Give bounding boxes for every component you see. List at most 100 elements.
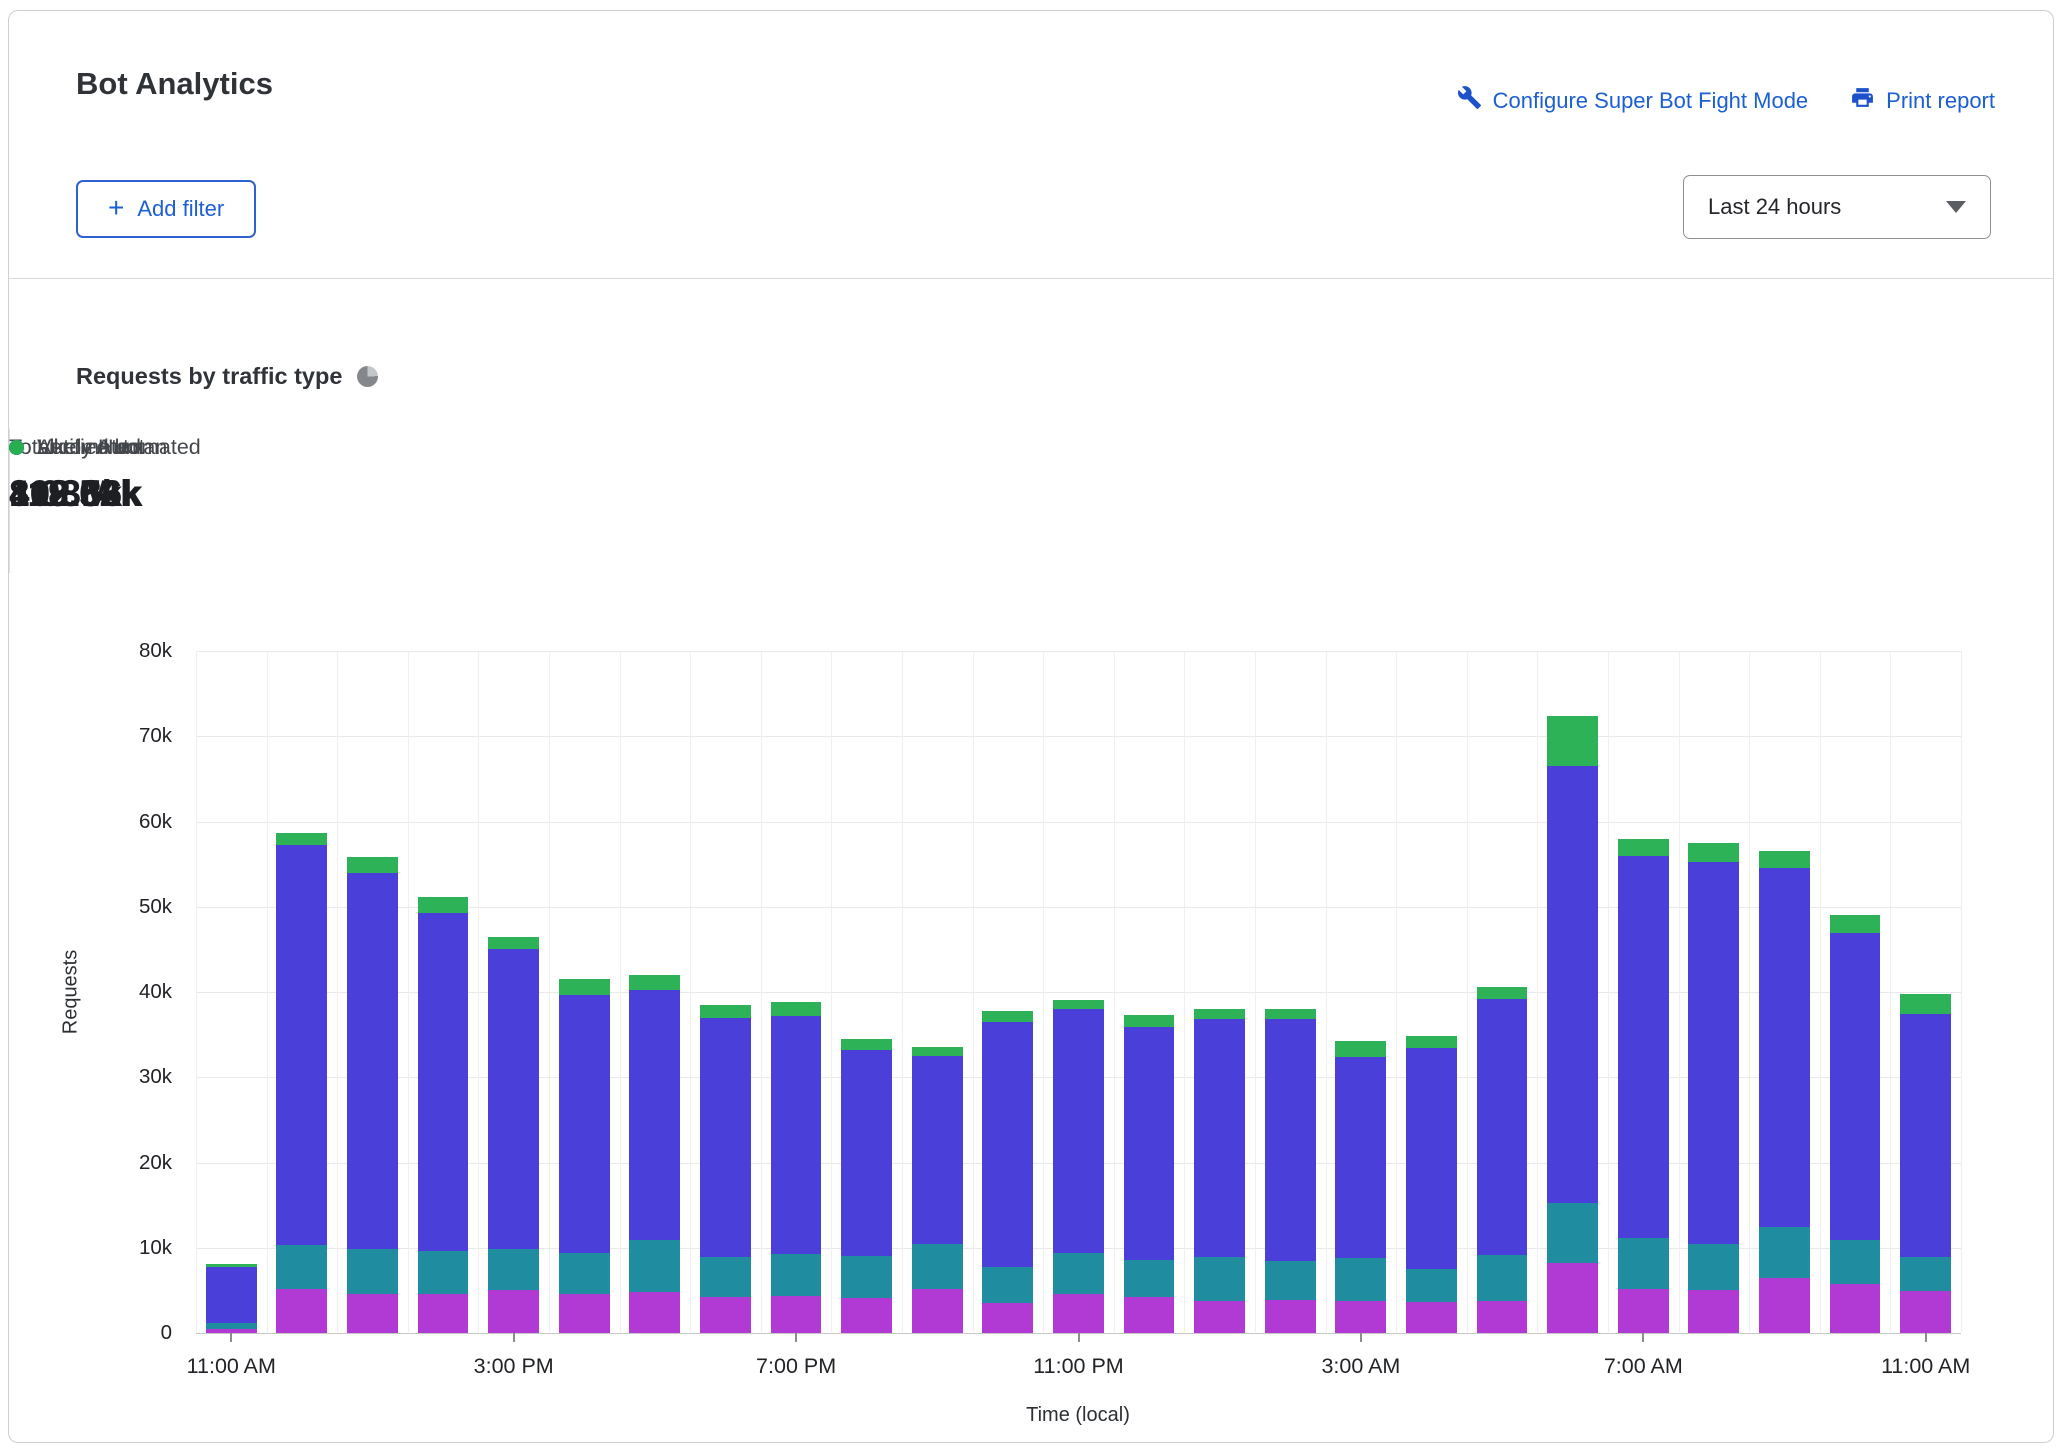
bar-segment-automated [559,1294,610,1333]
bar-segment-likely-automated [912,1244,963,1288]
bar-segment-likely-human [629,990,680,1240]
bar-segment-verified-bot [1618,839,1669,855]
bar-segment-likely-human [1124,1027,1175,1260]
bar-segment-likely-human [1759,868,1810,1227]
bar-group [1890,651,1961,1333]
y-tick-label: 10k [78,1236,172,1260]
x-tick-label: 3:00 PM [474,1354,554,1379]
stacked-bar [982,1011,1033,1333]
bar-segment-automated [982,1303,1033,1333]
bar-segment-likely-human [1265,1019,1316,1261]
verified-bot-legend-dot [9,440,24,455]
x-tick-label: 7:00 PM [756,1354,836,1379]
bar-group [1608,651,1679,1333]
bar-segment-likely-human [418,913,469,1251]
add-filter-button[interactable]: + Add filter [76,180,256,238]
bar-group [196,651,267,1333]
bar-segment-automated [1618,1289,1669,1333]
bar-group [690,651,761,1333]
stacked-bar [1194,1009,1245,1333]
page-title: Bot Analytics [76,66,273,102]
bar-segment-automated [912,1289,963,1333]
bar-segment-verified-bot [1124,1015,1175,1027]
bar-segment-verified-bot [276,833,327,844]
print-report-link[interactable]: Print report [1850,85,1995,116]
stacked-bar [1124,1015,1175,1333]
bar-group [549,651,620,1333]
bar-segment-automated [1194,1301,1245,1333]
bar-segment-likely-automated [276,1245,327,1288]
bar-segment-automated [1124,1297,1175,1333]
stacked-bar [1406,1036,1457,1333]
bar-group [1467,651,1538,1333]
bar-segment-verified-bot [1335,1041,1386,1056]
bar-segment-likely-automated [1265,1261,1316,1299]
bar-segment-likely-automated [347,1249,398,1293]
bar-segment-verified-bot [1265,1009,1316,1019]
bar-group [267,651,338,1333]
bar-segment-likely-automated [1053,1253,1104,1294]
bar-group [1820,651,1891,1333]
bar-segment-verified-bot [1759,851,1810,869]
header-links: Configure Super Bot Fight Mode Print rep… [1457,85,1995,116]
bar-segment-likely-automated [1194,1257,1245,1301]
y-tick-label: 80k [78,639,172,663]
time-range-dropdown[interactable]: Last 24 hours [1683,175,1991,239]
bar-segment-automated [347,1294,398,1333]
stat-verified-bot-value: 41.38k [9,473,145,515]
y-tick-label: 30k [78,1065,172,1089]
bar-segment-verified-bot [771,1002,822,1016]
bar-segment-verified-bot [1900,994,1951,1014]
stacked-bar [1688,843,1739,1333]
stacked-bar [1477,987,1528,1333]
bar-segment-likely-automated [418,1251,469,1294]
bar-segment-likely-automated [559,1253,610,1294]
chevron-down-icon [1946,201,1966,213]
bar-group [1114,651,1185,1333]
stacked-bar [1053,1000,1104,1333]
x-tick-label: 7:00 AM [1604,1354,1683,1379]
x-gridline [1961,651,1962,1332]
bar-segment-automated [1053,1294,1104,1333]
header-divider [9,278,2053,279]
x-tick [230,1333,232,1342]
stacked-bar [488,937,539,1333]
bar-segment-likely-automated [488,1249,539,1290]
x-tick [1360,1333,1362,1342]
bar-segment-automated [1406,1302,1457,1333]
bar-segment-verified-bot [1194,1009,1245,1019]
stacked-bar [418,897,469,1333]
bar-segment-verified-bot [1547,716,1598,766]
bar-segment-likely-human [488,949,539,1248]
stacked-bar [629,975,680,1333]
bar-segment-likely-automated [1688,1244,1739,1289]
stacked-bar [771,1002,822,1333]
bar-group [1326,651,1397,1333]
bar-segment-verified-bot [1830,915,1881,933]
stacked-bar [1547,716,1598,1333]
section-title: Requests by traffic type [76,363,342,390]
bar-segment-likely-human [912,1056,963,1244]
bar-segment-likely-human [1406,1048,1457,1269]
bar-segment-verified-bot [841,1039,892,1050]
configure-super-bot-fight-mode-link[interactable]: Configure Super Bot Fight Mode [1457,85,1809,116]
bar-segment-likely-automated [629,1240,680,1292]
y-tick-label: 0 [78,1321,172,1345]
y-tick-label: 20k [78,1151,172,1175]
bar-segment-likely-human [1900,1014,1951,1257]
bar-segment-likely-automated [1477,1255,1528,1301]
printer-icon [1850,85,1875,116]
bar-segment-likely-human [559,995,610,1252]
bar-group [831,651,902,1333]
bar-segment-automated [771,1296,822,1334]
bar-segment-automated [1547,1263,1598,1333]
bar-segment-likely-automated [982,1267,1033,1303]
bar-segment-likely-human [771,1016,822,1254]
bar-group [1184,651,1255,1333]
bar-segment-likely-automated [841,1256,892,1298]
x-tick-label: 11:00 PM [1033,1354,1123,1379]
bar-segment-verified-bot [1053,1000,1104,1009]
bar-segment-verified-bot [1406,1036,1457,1048]
bar-group [478,651,549,1333]
stacked-bar [559,979,610,1333]
